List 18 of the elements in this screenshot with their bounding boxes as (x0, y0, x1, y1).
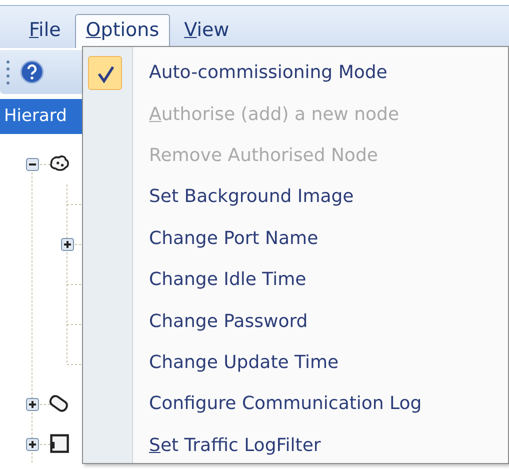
device-icon (48, 432, 70, 454)
menu-item[interactable]: Set Traffic LogFilter (133, 432, 321, 459)
grip-icon (6, 59, 10, 85)
collapse-icon[interactable] (26, 158, 39, 171)
menu-item[interactable]: Change Idle Time (133, 266, 306, 294)
help-icon[interactable] (20, 60, 44, 84)
menu-item[interactable]: Change Update Time (133, 348, 339, 376)
menu-item[interactable]: Options (74, 14, 170, 48)
menu-item[interactable]: Change Password (133, 308, 308, 335)
menu-item[interactable]: Auto-commissioning Mode (133, 59, 388, 86)
expand-icon[interactable] (26, 438, 39, 451)
menu-item[interactable]: Set Background Image (133, 183, 354, 210)
menu-item[interactable]: View (173, 14, 240, 48)
menu-item[interactable]: Configure Communication Log (133, 390, 422, 418)
menu-item[interactable]: File (18, 14, 72, 48)
expand-icon[interactable] (26, 398, 39, 411)
expand-icon[interactable] (61, 238, 74, 251)
menu-item[interactable]: Change Port Name (133, 224, 318, 252)
